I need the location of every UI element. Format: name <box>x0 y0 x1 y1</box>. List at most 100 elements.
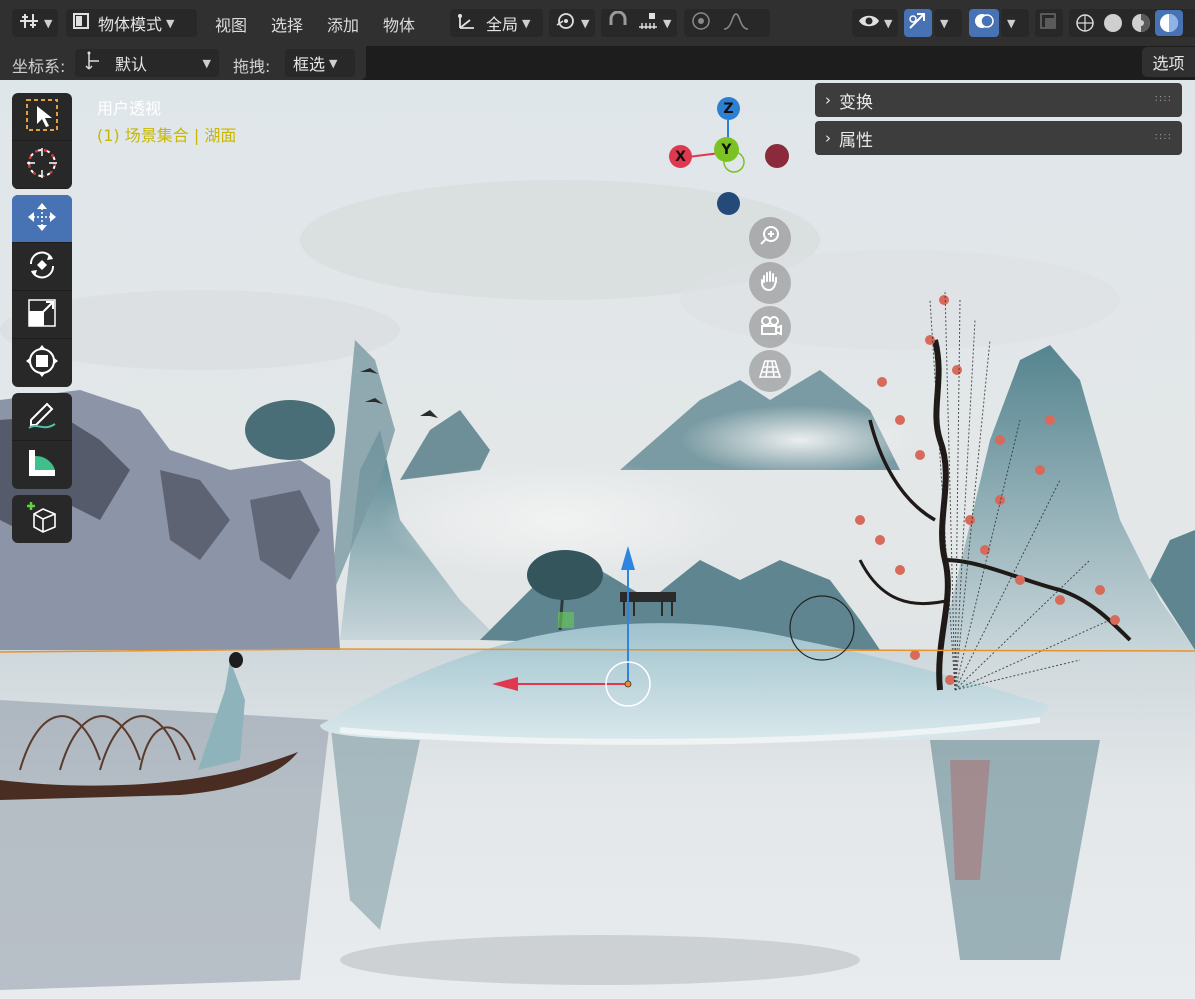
scale-tool[interactable] <box>12 291 72 339</box>
drag-dropdown[interactable]: 框选 ▼ <box>285 49 355 77</box>
chevron-down-icon: ▼ <box>522 16 531 30</box>
drag-grip-icon[interactable]: :::: <box>1155 93 1172 104</box>
scene-render <box>0 80 1195 999</box>
chevron-down-icon: ▼ <box>202 56 211 70</box>
3d-viewport[interactable]: 用户透视 (1) 场景集合 | 湖面 Z Y X › 变换:::: › 属性 … <box>0 80 1195 999</box>
menu-object[interactable]: 物体 <box>383 12 415 36</box>
chevron-down-icon: ▼ <box>884 16 893 30</box>
orientation-label: 全局 <box>486 15 519 34</box>
transform-axes-icon <box>456 11 478 35</box>
orientation-selector[interactable]: 全局 ▼ <box>450 9 543 37</box>
solid-shading-icon[interactable] <box>1099 13 1127 33</box>
drag-grip-icon[interactable]: :::: <box>1155 131 1172 142</box>
axis-neg-z-button[interactable] <box>717 192 740 215</box>
gizmo-arrow-icon <box>907 11 929 35</box>
zoom-button[interactable] <box>749 217 791 259</box>
rotate-icon <box>25 248 59 286</box>
coord-system-label: 坐标系: <box>12 57 66 76</box>
axis-z-label: Z <box>723 100 734 117</box>
scene-nodes-icon <box>18 11 40 35</box>
camera-icon <box>757 313 783 341</box>
mode-label: 物体模式 <box>98 15 163 34</box>
object-mode-icon <box>72 12 90 34</box>
add-cube-tool[interactable] <box>12 495 72 543</box>
menu-add[interactable]: 添加 <box>327 12 359 36</box>
gizmo-toggle[interactable] <box>904 9 932 37</box>
pivot-icon <box>555 11 577 35</box>
proportional-edit-icon[interactable] <box>690 11 712 35</box>
add-tool-group <box>12 495 72 543</box>
axis-neg-x-button[interactable] <box>765 144 789 168</box>
chevron-right-icon: › <box>825 91 831 109</box>
chevron-down-icon: ▼ <box>44 16 53 30</box>
drag-value: 框选 <box>293 55 326 74</box>
proportional-edit-group[interactable] <box>684 9 770 37</box>
magnet-icon[interactable] <box>607 10 629 35</box>
cursor-tool[interactable] <box>12 141 72 189</box>
snap-group[interactable]: ▼ <box>601 9 677 37</box>
xray-toggle[interactable] <box>1035 9 1063 37</box>
perspective-toggle-button[interactable] <box>749 350 791 392</box>
transform-icon <box>25 344 59 382</box>
overlays-toggle[interactable] <box>969 9 999 37</box>
rendered-shading-icon[interactable] <box>1155 10 1183 36</box>
select-box-tool[interactable] <box>12 93 72 141</box>
xray-icon <box>1038 11 1060 35</box>
wireframe-shading-icon[interactable] <box>1071 13 1099 33</box>
axis-y-button[interactable]: Y <box>714 137 739 162</box>
left-toolbar <box>12 93 72 549</box>
menu-view[interactable]: 视图 <box>215 12 247 36</box>
chevron-down-icon: ▼ <box>166 16 175 30</box>
gizmo-dropdown[interactable]: ▼ <box>934 9 962 37</box>
chevron-down-icon: ▼ <box>1007 16 1016 30</box>
camera-view-button[interactable] <box>749 306 791 348</box>
mode-selector[interactable]: 物体模式 ▼ <box>66 9 197 37</box>
editor-type-button[interactable]: ▼ <box>12 9 58 37</box>
measure-tool[interactable] <box>12 441 72 489</box>
chevron-down-icon: ▼ <box>329 56 338 70</box>
transform-panel-header[interactable]: › 变换 :::: <box>815 83 1182 117</box>
axis-z-button[interactable]: Z <box>717 97 740 120</box>
falloff-curve-icon[interactable] <box>722 11 750 35</box>
zoom-in-icon <box>758 224 782 252</box>
annotate-tool[interactable] <box>12 393 72 441</box>
attributes-panel-header[interactable]: › 属性 :::: <box>815 121 1182 155</box>
eye-icon <box>858 11 880 35</box>
move-tool[interactable] <box>12 195 72 243</box>
collection-info: (1) 场景集合 | 湖面 <box>97 126 237 145</box>
select-tool-group <box>12 93 72 189</box>
hand-icon <box>758 269 782 297</box>
shading-mode-group[interactable] <box>1069 9 1195 37</box>
coord-system-dropdown[interactable]: 默认 ▼ <box>75 49 219 77</box>
add-cube-icon <box>25 500 59 538</box>
tool-settings-bar: 坐标系: 默认 ▼ 拖拽: 框选 ▼ <box>0 46 366 80</box>
axis-y-label: Y <box>721 141 732 158</box>
options-label: 选项 <box>1152 54 1185 73</box>
object-visibility-button[interactable]: ▼ <box>852 9 898 37</box>
attributes-panel-label: 属性 <box>839 130 873 151</box>
ruler-icon <box>25 446 59 484</box>
options-button[interactable]: 选项 <box>1142 47 1195 77</box>
navigation-gizmo[interactable]: Z Y X <box>660 94 800 219</box>
snap-increment-icon[interactable] <box>637 11 659 35</box>
select-box-icon <box>25 98 59 136</box>
viewport-header: ▼ 物体模式 ▼ 视图 选择 添加 物体 全局 ▼ ▼ ▼ ▼ ▼ ▼ <box>0 0 1195 46</box>
transform-tool-group <box>12 195 72 387</box>
pencil-icon <box>25 398 59 436</box>
material-shading-icon[interactable] <box>1127 13 1155 33</box>
coord-system-value: 默认 <box>115 55 148 74</box>
move-arrows-icon <box>25 200 59 238</box>
grid-perspective-icon <box>758 357 782 385</box>
transform-axes-icon <box>83 51 103 75</box>
rotate-tool[interactable] <box>12 243 72 291</box>
chevron-right-icon: › <box>825 129 831 147</box>
axis-x-button[interactable]: X <box>669 145 692 168</box>
overlays-dropdown[interactable]: ▼ <box>1001 9 1029 37</box>
pan-button[interactable] <box>749 262 791 304</box>
transform-tool[interactable] <box>12 339 72 387</box>
transform-panel-label: 变换 <box>839 92 873 113</box>
pivot-point-button[interactable]: ▼ <box>549 9 595 37</box>
menu-select[interactable]: 选择 <box>271 12 303 36</box>
view-name: 用户透视 <box>97 99 162 118</box>
chevron-down-icon: ▼ <box>663 16 672 30</box>
